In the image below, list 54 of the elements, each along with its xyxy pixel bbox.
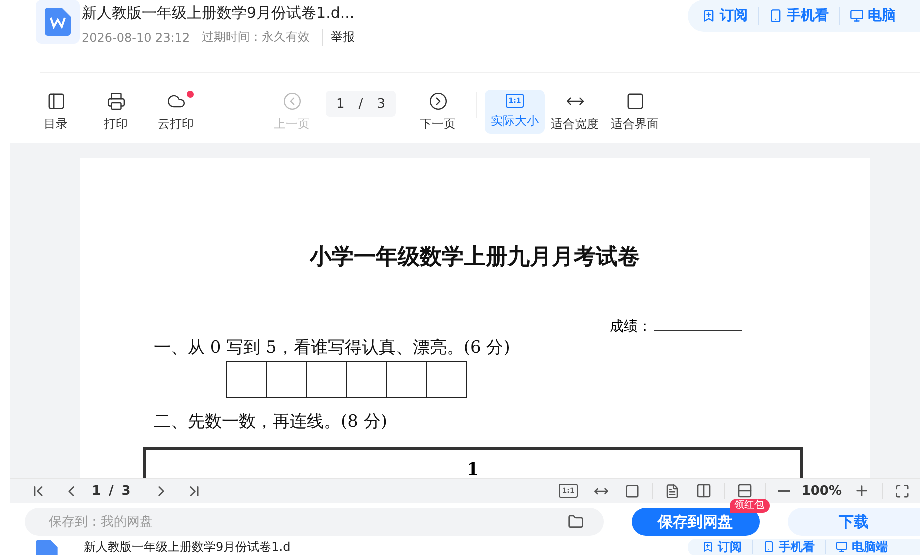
- toolbar-button[interactable]: 目录: [26, 88, 86, 136]
- page-separator: /: [358, 96, 364, 112]
- exam-title: 小学一年级数学上册九月月考试卷: [310, 244, 640, 272]
- action-link[interactable]: 订阅: [702, 540, 742, 554]
- bookmark-icon: [702, 541, 714, 553]
- score-label: 成绩：: [610, 318, 742, 336]
- toolbar-button[interactable]: 适合界面: [605, 88, 665, 136]
- bonus-badge: 领红包: [730, 499, 770, 513]
- document-title: 新人教版一年级上册数学9月份试卷1.d: [84, 540, 292, 554]
- toolbar-button[interactable]: 打印: [86, 88, 146, 136]
- save-to-drive-button[interactable]: 保存到网盘: [632, 508, 760, 536]
- document-title: 新人教版一年级上册数学9月份试卷1.d...: [82, 4, 356, 23]
- chevron-left-icon: [282, 92, 302, 110]
- zoom-level: 100%: [802, 484, 842, 498]
- expiry-text: 过期时间：永久有效: [202, 29, 310, 46]
- page-separator: /: [109, 484, 114, 498]
- upload-date: 2026-08-10 23:12: [82, 30, 190, 44]
- action-link[interactable]: 手机看: [752, 540, 815, 554]
- save-location-field[interactable]: 保存到：我的网盘: [25, 508, 604, 536]
- sidebar-icon: [46, 92, 66, 110]
- chevron-right-icon: [428, 92, 448, 110]
- fit-page-icon: [626, 92, 644, 110]
- action-link[interactable]: 电脑端: [825, 540, 888, 554]
- minus-icon: [778, 490, 790, 492]
- monitor-icon: [836, 541, 848, 553]
- file-icon: [36, 540, 58, 554]
- two-columns-icon: [696, 483, 712, 499]
- phone-icon: [763, 541, 775, 553]
- current-page: 1: [92, 484, 102, 498]
- phone-icon: [769, 9, 783, 23]
- fullscreen-icon: [895, 484, 910, 498]
- printer-icon: [106, 92, 126, 110]
- page-icon: [664, 484, 680, 498]
- toolbar-button[interactable]: 下一页: [408, 88, 468, 136]
- download-button[interactable]: 下载: [788, 508, 920, 536]
- toolbar-button[interactable]: 云打印: [146, 88, 206, 136]
- action-link[interactable]: 手机看: [758, 7, 829, 25]
- monitor-icon: [850, 9, 864, 23]
- current-page: 1: [336, 96, 345, 112]
- fit-page-icon: [624, 484, 640, 498]
- question-text: 一、从 0 写到 5，看谁写得认真、漂亮。(6 分): [154, 337, 510, 359]
- total-pages: 3: [377, 96, 386, 112]
- folder-icon: [568, 514, 584, 530]
- report-link[interactable]: 举报: [322, 29, 356, 46]
- question-text: 二、先数一数，再连线。(8 分): [154, 411, 388, 433]
- toolbar-button[interactable]: 适合宽度: [545, 88, 605, 136]
- bookmark-icon: [702, 9, 716, 23]
- action-link[interactable]: 订阅: [702, 7, 748, 25]
- total-pages: 3: [122, 484, 131, 498]
- file-icon: [36, 0, 80, 44]
- action-link[interactable]: 电脑: [839, 7, 896, 25]
- figure-number: 1: [467, 460, 479, 478]
- two-rows-icon: [736, 483, 753, 499]
- plus-icon: [854, 483, 870, 499]
